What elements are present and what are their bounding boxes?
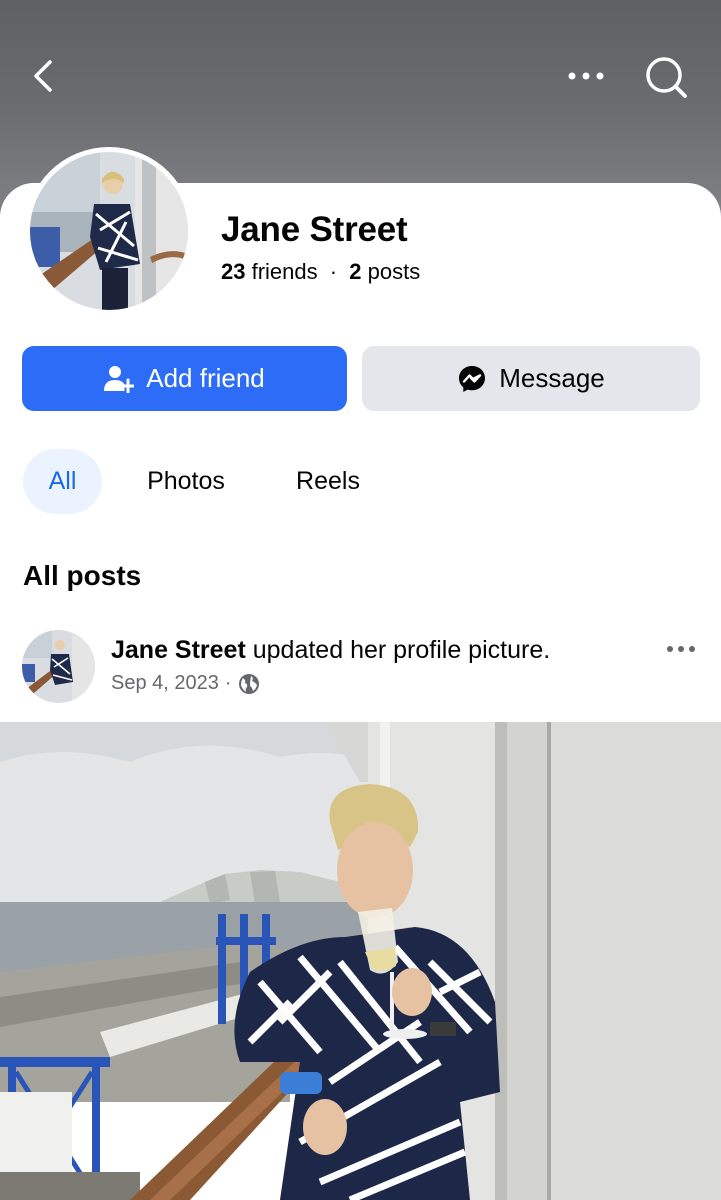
all-posts-heading: All posts — [23, 560, 142, 591]
chevron-left-icon — [34, 60, 52, 92]
post-author-name[interactable]: Jane Street — [111, 636, 246, 664]
add-person-icon — [104, 365, 135, 393]
top-bar — [0, 40, 721, 112]
message-button[interactable]: Message — [362, 346, 700, 411]
more-horizontal-icon — [568, 72, 604, 80]
profile-photo — [30, 152, 188, 310]
posts-count: 2 — [349, 259, 362, 284]
post-action-text: updated her profile picture. — [252, 636, 551, 664]
search-button[interactable] — [640, 52, 692, 104]
post-image — [0, 722, 721, 1200]
globe-icon — [238, 673, 259, 694]
profile-stats: 23 friends · 2 posts — [221, 259, 420, 285]
post-avatar-photo — [22, 630, 95, 703]
post-author-avatar[interactable] — [22, 630, 95, 703]
tab-reels[interactable]: Reels — [276, 449, 380, 514]
stats-separator: · — [329, 259, 338, 284]
messenger-icon — [457, 364, 487, 394]
post-more-button[interactable] — [660, 636, 704, 662]
message-label: Message — [499, 363, 605, 393]
friends-count: 23 — [221, 259, 246, 284]
back-button[interactable] — [24, 54, 64, 98]
add-friend-button[interactable]: Add friend — [22, 346, 347, 411]
profile-name: Jane Street — [221, 210, 408, 249]
post-date[interactable]: Sep 4, 2023 — [111, 672, 219, 695]
post-photo[interactable] — [0, 722, 721, 1200]
more-options-button[interactable] — [562, 58, 610, 94]
add-friend-label: Add friend — [146, 363, 265, 393]
posts-label: posts — [367, 259, 421, 284]
more-horizontal-icon — [667, 646, 695, 652]
post-meta: Sep 4, 2023 · — [111, 672, 260, 695]
tab-photos[interactable]: Photos — [124, 449, 248, 514]
tab-all[interactable]: All — [23, 449, 102, 514]
friends-label[interactable]: friends — [252, 259, 318, 284]
post-headline: Jane Street updated her profile picture. — [111, 636, 550, 665]
profile-avatar[interactable] — [25, 147, 193, 315]
post-meta-separator: · — [224, 672, 232, 694]
search-icon — [646, 57, 687, 98]
